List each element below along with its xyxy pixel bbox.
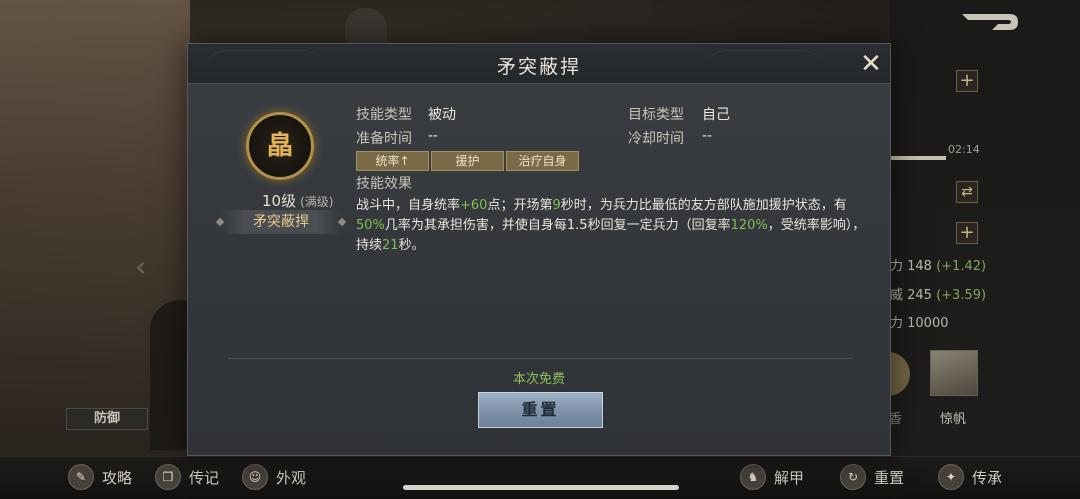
skill-tag: 统率↑ bbox=[356, 151, 429, 171]
stat-line: 威 245 (+3.59) bbox=[890, 284, 986, 303]
progress-bar bbox=[890, 156, 946, 160]
bottom-inherit-label: 传承 bbox=[972, 468, 1003, 487]
background-character-head bbox=[345, 8, 387, 46]
unequip-icon: ♞ bbox=[740, 464, 766, 490]
add-button[interactable]: + bbox=[956, 222, 978, 244]
skill-name: 矛突蔽捍 bbox=[253, 214, 309, 230]
bottom-reset-label: 重置 bbox=[874, 468, 905, 487]
swap-icon[interactable]: ⇄ bbox=[956, 181, 978, 203]
effect-label: 技能效果 bbox=[356, 176, 412, 192]
bottom-inherit-button[interactable]: ✦ 传承 bbox=[938, 464, 1002, 490]
effect-value: 120% bbox=[730, 218, 768, 233]
target-type-label: 目标类型 bbox=[628, 107, 684, 123]
target-type-value: 自己 bbox=[702, 107, 730, 123]
skill-level-max: (满级) bbox=[300, 195, 334, 209]
prep-time-label: 准备时间 bbox=[356, 131, 412, 147]
skill-type-label: 技能类型 bbox=[356, 107, 412, 123]
effect-value: 50% bbox=[356, 218, 385, 233]
skill-name-plate: 矛突蔽捍 bbox=[215, 210, 347, 234]
cooldown-value: -- bbox=[702, 128, 713, 144]
prep-time-value: -- bbox=[428, 128, 439, 144]
skill-tag: 援护 bbox=[431, 151, 504, 171]
diamond-ornament bbox=[337, 217, 347, 227]
bottom-strategy-label: 攻略 bbox=[102, 468, 133, 487]
reset-icon: ↻ bbox=[840, 464, 866, 490]
bottom-reset-button[interactable]: ↻ 重置 bbox=[840, 464, 904, 490]
close-icon[interactable]: ✕ bbox=[858, 51, 884, 78]
background-character-helmet bbox=[590, 0, 650, 45]
right-side-panel bbox=[890, 0, 1080, 460]
bottom-unequip-label: 解甲 bbox=[774, 468, 805, 487]
biography-icon: ❒ bbox=[155, 464, 181, 490]
cooldown-label: 冷却时间 bbox=[628, 131, 684, 147]
mount-name: 惊帆 bbox=[940, 412, 967, 427]
reset-button[interactable]: 重置 bbox=[478, 392, 603, 428]
bottom-appearance-label: 外观 bbox=[276, 468, 307, 487]
free-notice: 本次免费 bbox=[512, 372, 565, 387]
skill-level: 10级 (满级) bbox=[262, 190, 333, 211]
skill-icon: 皛 bbox=[246, 112, 314, 180]
diamond-ornament bbox=[215, 217, 225, 227]
stat-label: 威 245 bbox=[890, 288, 932, 303]
bottom-unequip-button[interactable]: ♞ 解甲 bbox=[740, 464, 804, 490]
strategy-icon: ✎ bbox=[68, 464, 94, 490]
skill-emblem-icon: 皛 bbox=[266, 131, 293, 161]
add-button[interactable]: + bbox=[956, 70, 978, 92]
inherit-icon: ✦ bbox=[938, 464, 964, 490]
stat-delta: (+1.42) bbox=[936, 259, 987, 274]
bottom-biography-button[interactable]: ❒ 传记 bbox=[155, 464, 219, 490]
bottom-biography-label: 传记 bbox=[189, 468, 220, 487]
stat-line: 力 10000 bbox=[890, 312, 949, 331]
skill-detail-dialog: 矛突蔽捍 ✕ 皛 10级 (满级) 矛突蔽捍 技能类型 被动 目标类型 自己 准备… bbox=[187, 43, 891, 456]
effect-text: 战斗中，自身统率 bbox=[356, 198, 461, 213]
bottom-strategy-button[interactable]: ✎ 攻略 bbox=[68, 464, 132, 490]
progress-time: 02:14 bbox=[948, 143, 980, 156]
mount-portrait[interactable] bbox=[930, 350, 978, 396]
effect-value: 21 bbox=[382, 238, 399, 253]
skill-level-value: 10级 bbox=[262, 192, 297, 210]
home-indicator[interactable] bbox=[403, 485, 679, 490]
bottom-appearance-button[interactable]: ☺ 外观 bbox=[242, 464, 306, 490]
effect-value: +60 bbox=[460, 198, 488, 213]
stat-line: 力 148 (+1.42) bbox=[890, 255, 986, 274]
skill-type-value: 被动 bbox=[428, 107, 456, 123]
defense-tag: 防御 bbox=[66, 408, 148, 430]
stat-label: 力 10000 bbox=[890, 316, 949, 331]
effect-description: 战斗中，自身统率+60点；开场第9秒时，为兵力比最低的友方部队施加援护状态，有 5… bbox=[356, 196, 866, 256]
dialog-header: 矛突蔽捍 ✕ bbox=[188, 44, 890, 84]
appearance-icon: ☺ bbox=[242, 464, 268, 490]
effect-value: 9 bbox=[552, 198, 561, 213]
stat-delta: (+3.59) bbox=[936, 288, 987, 303]
effect-text: 点；开场第 bbox=[487, 198, 553, 213]
prev-arrow-icon[interactable]: ‹ bbox=[135, 250, 146, 283]
effect-text: 几率为其承担伤害，并使自身每1.5秒回复一定兵力（回复率 bbox=[384, 218, 731, 233]
skill-tag: 治疗自身 bbox=[506, 151, 579, 171]
divider bbox=[228, 358, 853, 359]
dialog-title: 矛突蔽捍 bbox=[496, 56, 581, 78]
effect-text: 秒。 bbox=[398, 238, 425, 253]
effect-text: 秒时，为兵力比最低的友方部队施加援护状态，有 bbox=[560, 198, 847, 213]
back-icon[interactable] bbox=[958, 10, 1022, 34]
stat-label: 力 148 bbox=[890, 259, 932, 274]
